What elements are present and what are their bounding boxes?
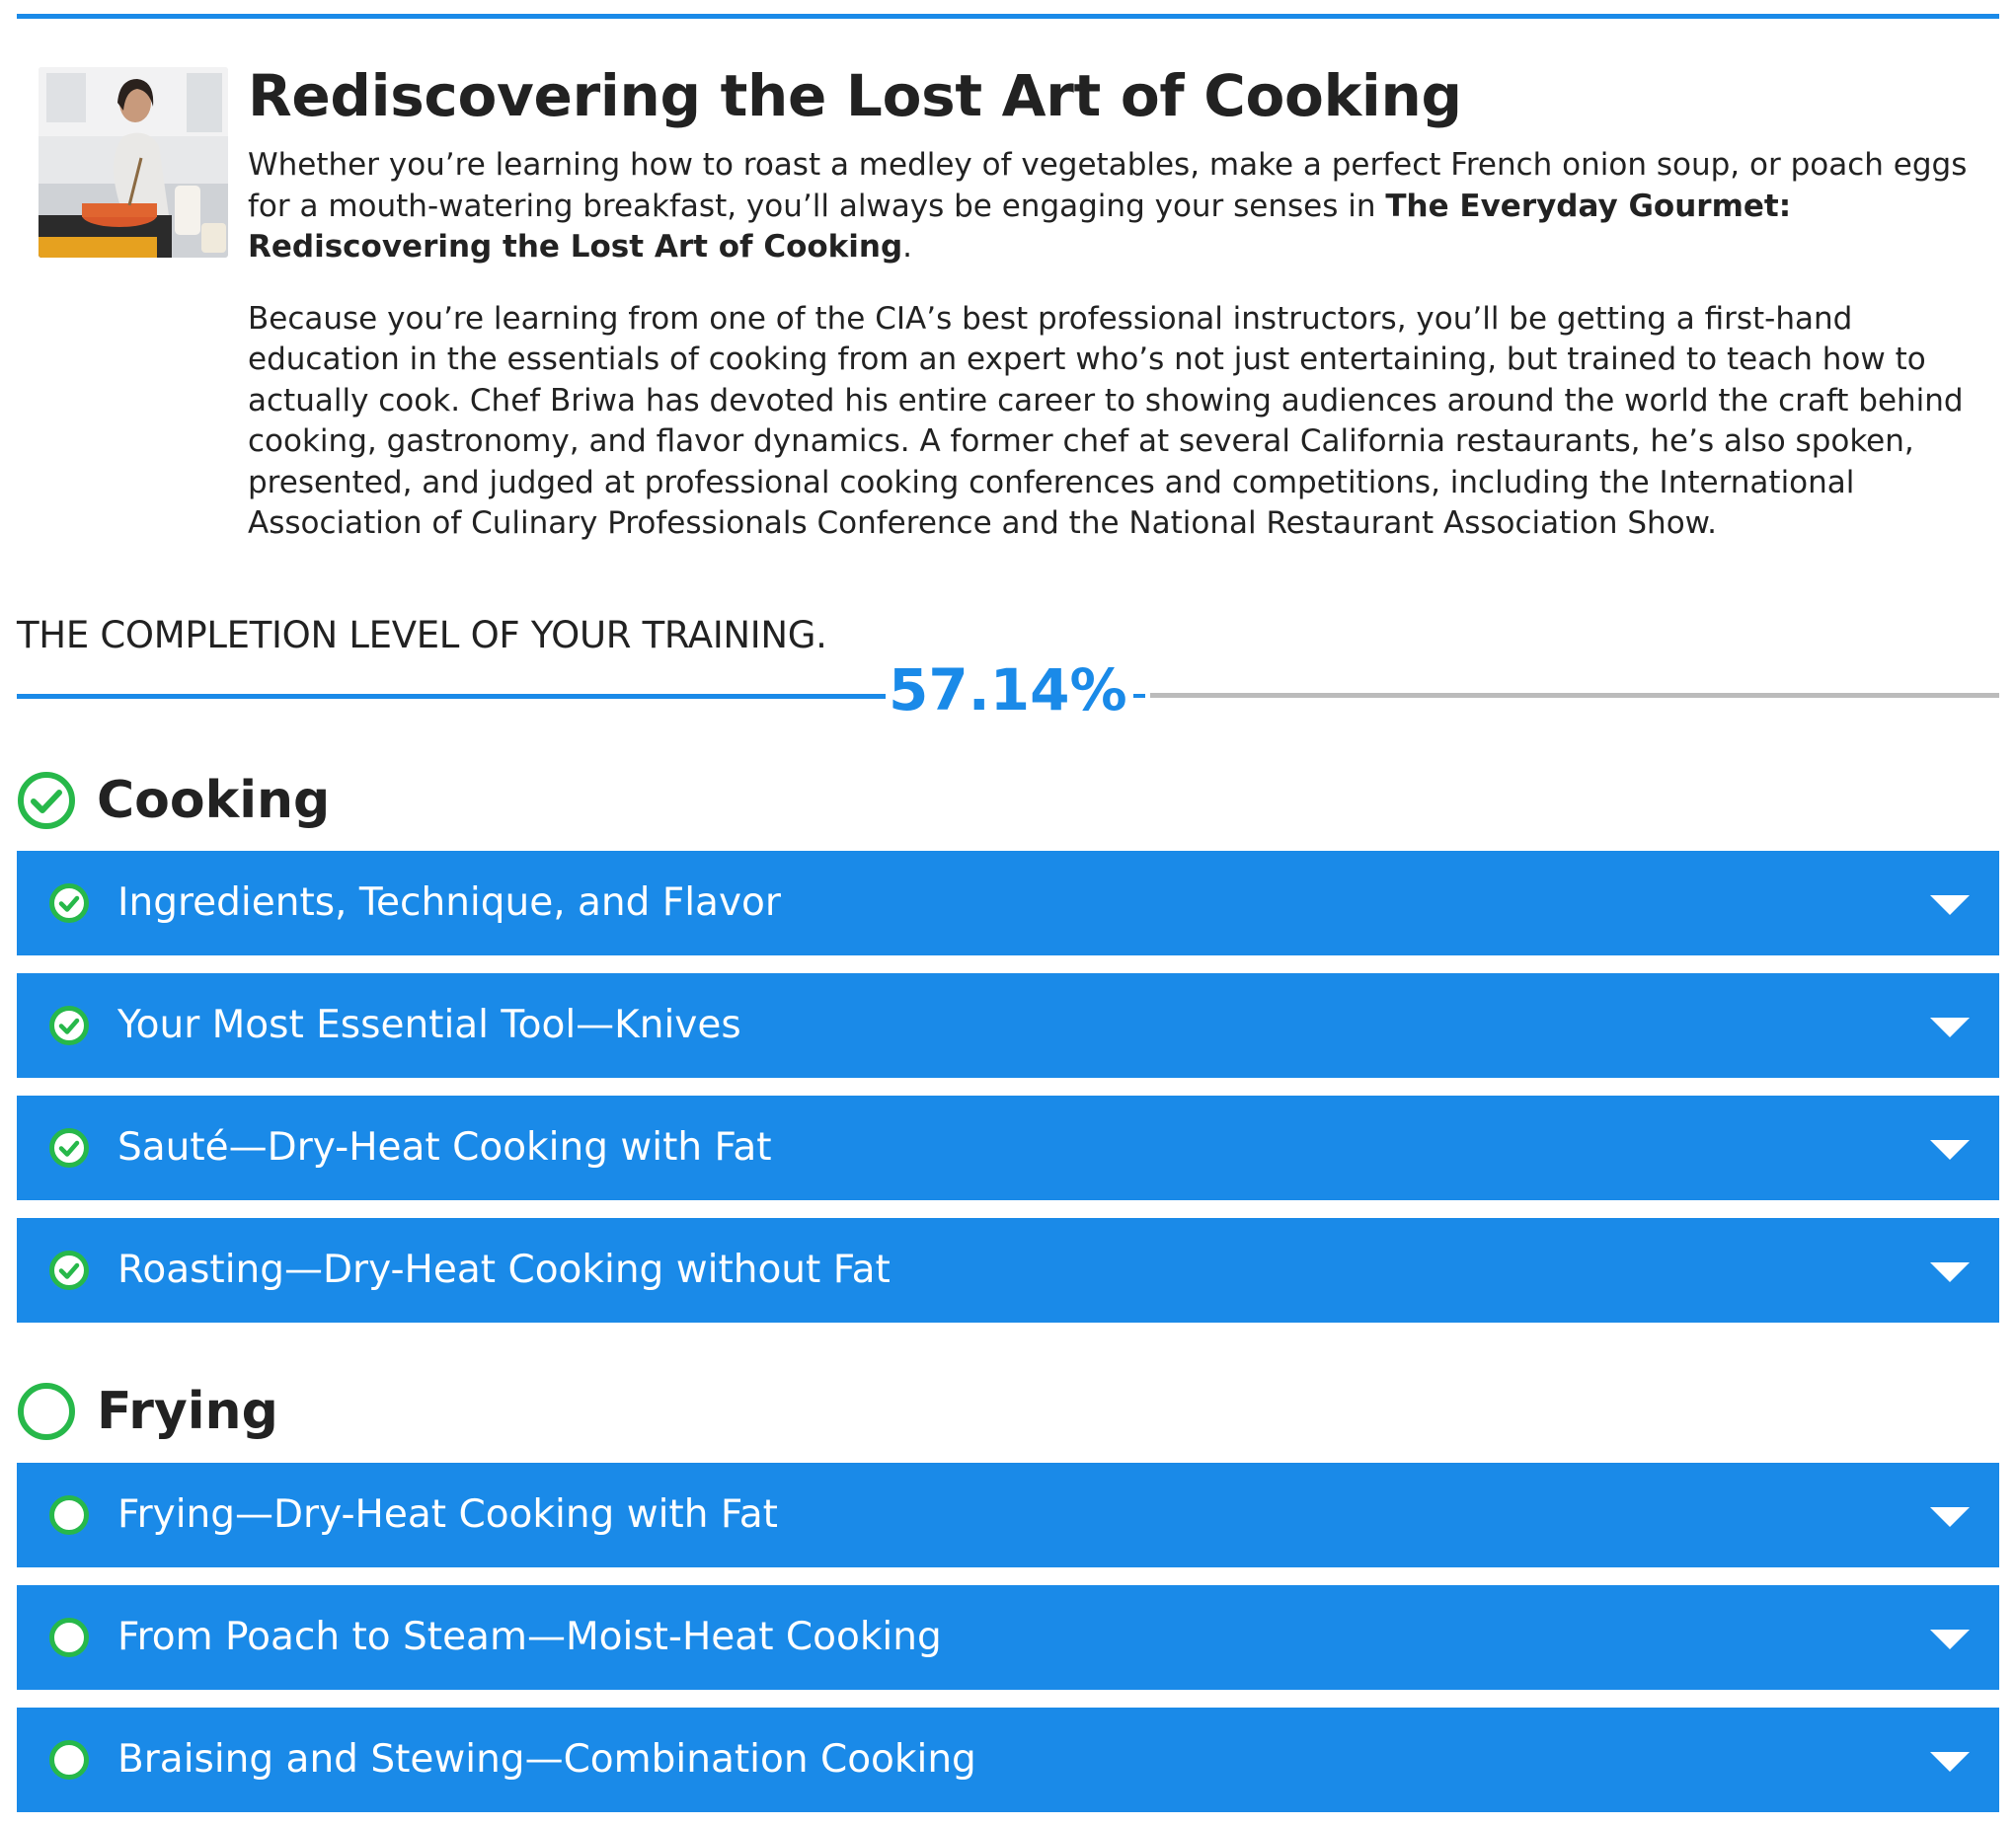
lesson-title: Braising and Stewing—Combination Cooking — [117, 1737, 976, 1782]
empty-circle-icon — [49, 1618, 89, 1657]
check-circle-icon — [49, 1006, 89, 1045]
progress-bar-tick — [1133, 694, 1145, 698]
intro-paragraph-1-end: . — [902, 229, 913, 265]
check-circle-icon — [18, 772, 75, 829]
lesson-title: Ingredients, Technique, and Flavor — [117, 880, 781, 925]
caret-down-icon[interactable] — [1930, 895, 1970, 915]
check-circle-icon — [49, 883, 89, 923]
lesson-item[interactable]: Your Most Essential Tool—Knives — [17, 973, 1999, 1078]
caret-down-icon[interactable] — [1930, 1630, 1970, 1649]
course-title: Rediscovering the Lost Art of Cooking — [248, 62, 1462, 129]
lesson-item[interactable]: Braising and Stewing—Combination Cooking — [17, 1708, 1999, 1812]
check-circle-icon — [49, 1128, 89, 1168]
lesson-item[interactable]: Ingredients, Technique, and Flavor — [17, 851, 1999, 955]
intro-paragraph-1: Whether you’re learning how to roast a m… — [248, 145, 1985, 268]
progress-bar-remaining — [1150, 693, 1999, 698]
intro-paragraph-2: Because you’re learning from one of the … — [248, 300, 1964, 542]
caret-down-icon[interactable] — [1930, 1262, 1970, 1282]
empty-circle-icon — [49, 1495, 89, 1535]
check-circle-icon — [49, 1251, 89, 1290]
lesson-title: From Poach to Steam—Moist-Heat Cooking — [117, 1615, 942, 1659]
lesson-item[interactable]: Sauté—Dry-Heat Cooking with Fat — [17, 1096, 1999, 1200]
lesson-title: Sauté—Dry-Heat Cooking with Fat — [117, 1125, 772, 1170]
section-header-cooking: Cooking — [17, 771, 330, 830]
lesson-title: Your Most Essential Tool—Knives — [117, 1003, 741, 1047]
caret-down-icon[interactable] — [1930, 1752, 1970, 1772]
lesson-item[interactable]: Frying—Dry-Heat Cooking with Fat — [17, 1463, 1999, 1567]
top-divider — [17, 14, 1999, 19]
completion-label: THE COMPLETION LEVEL OF YOUR TRAINING. — [17, 614, 827, 656]
lesson-item[interactable]: Roasting—Dry-Heat Cooking without Fat — [17, 1218, 1999, 1323]
lesson-title: Roasting—Dry-Heat Cooking without Fat — [117, 1248, 891, 1292]
caret-down-icon[interactable] — [1930, 1507, 1970, 1527]
empty-circle-icon — [49, 1740, 89, 1780]
intro-text: Rediscovering the Lost Art of Cooking Wh… — [248, 67, 1985, 545]
course-thumbnail — [39, 67, 228, 258]
completion-percent: 57.14% — [889, 656, 1127, 723]
section-header-frying: Frying — [17, 1382, 278, 1441]
progress-bar-complete — [17, 694, 886, 699]
lesson-title: Frying—Dry-Heat Cooking with Fat — [117, 1492, 778, 1537]
section-title: Cooking — [97, 771, 331, 830]
section-title: Frying — [97, 1382, 278, 1441]
empty-circle-icon — [18, 1383, 75, 1440]
caret-down-icon[interactable] — [1930, 1018, 1970, 1037]
caret-down-icon[interactable] — [1930, 1140, 1970, 1160]
lesson-item[interactable]: From Poach to Steam—Moist-Heat Cooking — [17, 1585, 1999, 1690]
